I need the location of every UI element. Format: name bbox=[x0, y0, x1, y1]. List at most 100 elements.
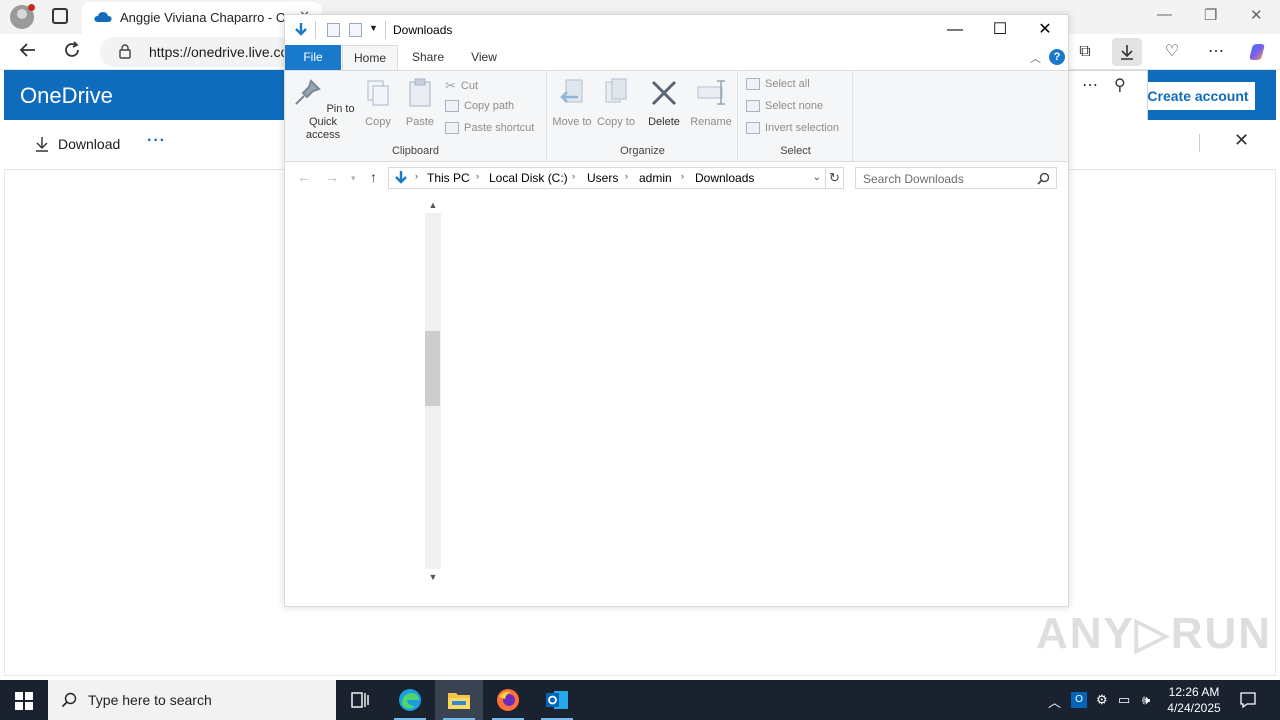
copy-path-button[interactable]: Copy path bbox=[445, 100, 514, 112]
viewer-more-icon[interactable]: ⋯ bbox=[1082, 75, 1098, 95]
breadcrumb-admin[interactable]: admin bbox=[639, 171, 672, 185]
collections-icon[interactable]: ⧉ bbox=[1070, 38, 1100, 66]
properties-qat-icon[interactable] bbox=[327, 23, 340, 37]
tab-view[interactable]: View bbox=[459, 45, 509, 70]
paste-button[interactable]: Paste bbox=[401, 77, 439, 129]
close-viewer-icon[interactable]: ✕ bbox=[1234, 130, 1249, 151]
create-account-button[interactable]: Create account bbox=[1140, 81, 1256, 111]
clock-date: 4/24/2025 bbox=[1167, 701, 1221, 715]
explorer-maximize-icon[interactable]: ☐ bbox=[977, 19, 1023, 41]
qat-dropdown-icon[interactable]: ▼ bbox=[369, 23, 378, 33]
recent-locations-icon[interactable]: ▾ bbox=[351, 173, 356, 184]
breadcrumb-separator: › bbox=[476, 171, 479, 181]
file-list-pane[interactable] bbox=[442, 195, 1068, 605]
paste-shortcut-icon bbox=[445, 122, 459, 134]
windows-logo-icon bbox=[15, 692, 33, 710]
rename-icon bbox=[697, 80, 725, 105]
taskbar-firefox[interactable] bbox=[484, 680, 532, 720]
explorer-minimize-icon[interactable]: — bbox=[932, 19, 978, 41]
breadcrumb-this-pc[interactable]: This PC bbox=[427, 171, 470, 185]
navigation-scrollbar[interactable]: ▲ ▼ bbox=[425, 197, 441, 585]
copy-to-button[interactable]: Copy to bbox=[596, 77, 636, 129]
select-none-icon bbox=[746, 100, 760, 112]
tab-actions-icon[interactable] bbox=[52, 8, 68, 24]
scrollbar-thumb[interactable] bbox=[425, 331, 440, 406]
task-view-button[interactable] bbox=[336, 680, 384, 720]
onedrive-brand[interactable]: OneDrive bbox=[20, 83, 113, 109]
invert-selection-icon bbox=[746, 122, 760, 134]
up-icon[interactable]: ↑ bbox=[370, 169, 377, 185]
search-icon bbox=[1037, 172, 1050, 185]
tab-file[interactable]: File bbox=[285, 45, 341, 70]
network-icon[interactable]: ▭ bbox=[1118, 692, 1130, 708]
explorer-close-icon[interactable]: ✕ bbox=[1022, 19, 1068, 41]
edge-icon bbox=[399, 689, 421, 711]
folder-icon bbox=[448, 693, 470, 709]
outlook-tray-icon[interactable]: O bbox=[1071, 692, 1087, 708]
forward-icon[interactable]: → bbox=[325, 169, 339, 185]
download-button[interactable]: Download bbox=[34, 136, 120, 152]
breadcrumb-separator: › bbox=[625, 171, 628, 181]
move-to-button[interactable]: Move to bbox=[552, 77, 592, 129]
show-hidden-icons-icon[interactable]: ︿ bbox=[1048, 692, 1061, 711]
explorer-address-bar[interactable]: › This PC › Local Disk (C:) › Users › ad… bbox=[388, 167, 826, 189]
tab-home[interactable]: Home bbox=[342, 45, 398, 70]
copy-button[interactable]: Copy bbox=[359, 77, 397, 129]
breadcrumb-downloads[interactable]: Downloads bbox=[695, 171, 754, 185]
refresh-icon[interactable] bbox=[60, 40, 84, 64]
select-all-button[interactable]: Select all bbox=[746, 78, 810, 90]
select-none-button[interactable]: Select none bbox=[746, 100, 823, 112]
downloads-folder-icon bbox=[295, 23, 307, 36]
taskbar-search-input[interactable]: Type here to search bbox=[48, 680, 336, 720]
browser-essentials-icon[interactable]: ♡ bbox=[1157, 38, 1187, 66]
title-divider bbox=[385, 21, 386, 39]
volume-icon[interactable]: 🕪 bbox=[1142, 692, 1150, 708]
address-dropdown-icon[interactable]: ⌄ bbox=[813, 172, 821, 183]
browser-restore-icon[interactable]: ❐ bbox=[1204, 6, 1217, 24]
back-arrow-icon[interactable] bbox=[16, 40, 40, 64]
select-group-label: Select bbox=[780, 145, 811, 157]
lock-icon[interactable] bbox=[118, 43, 132, 59]
notifications-icon[interactable] bbox=[1239, 691, 1257, 709]
explorer-refresh-icon[interactable]: ↻ bbox=[826, 167, 844, 189]
downloads-icon[interactable] bbox=[1112, 38, 1142, 66]
back-icon[interactable]: ← bbox=[297, 169, 311, 185]
copilot-icon[interactable] bbox=[1243, 38, 1273, 66]
browser-more-icon[interactable]: ⋯ bbox=[1201, 38, 1231, 66]
pin-quick-access-button[interactable]: Pin to Quick access bbox=[291, 77, 355, 142]
breadcrumb-users[interactable]: Users bbox=[587, 171, 618, 185]
onedrive-cloud-icon bbox=[94, 12, 112, 22]
command-divider bbox=[1199, 134, 1200, 152]
pin-icon[interactable]: ⚲ bbox=[1114, 75, 1126, 95]
url-text: https://onedrive.live.com bbox=[149, 44, 300, 60]
navigation-pane[interactable] bbox=[285, 195, 441, 583]
tab-share[interactable]: Share bbox=[403, 45, 453, 70]
qat-divider bbox=[315, 21, 316, 39]
explorer-search-input[interactable]: Search Downloads bbox=[855, 167, 1057, 189]
download-icon bbox=[36, 137, 48, 152]
rename-button[interactable]: Rename bbox=[688, 77, 734, 129]
scroll-down-icon[interactable]: ▼ bbox=[425, 569, 441, 585]
cut-button[interactable]: ✂ Cut bbox=[445, 78, 478, 94]
delete-button[interactable]: Delete bbox=[644, 77, 684, 129]
taskbar-file-explorer[interactable] bbox=[435, 680, 483, 720]
select-group: Select all Select none Invert selection … bbox=[739, 71, 853, 161]
copy-icon bbox=[367, 80, 389, 106]
ribbon-collapse-icon[interactable]: ︿ bbox=[1030, 50, 1041, 66]
browser-close-icon[interactable]: ✕ bbox=[1250, 6, 1263, 24]
new-folder-qat-icon[interactable] bbox=[349, 23, 362, 37]
breadcrumb-local-disk[interactable]: Local Disk (C:) bbox=[489, 171, 568, 185]
taskbar-edge[interactable] bbox=[386, 680, 434, 720]
scroll-up-icon[interactable]: ▲ bbox=[425, 197, 441, 213]
device-tray-icon[interactable]: ⚙ bbox=[1096, 692, 1108, 708]
address-row: ← → ▾ ↑ › This PC › Local Disk (C:) › Us… bbox=[285, 163, 1068, 193]
paste-shortcut-button[interactable]: Paste shortcut bbox=[445, 122, 534, 134]
start-button[interactable] bbox=[0, 680, 48, 720]
command-more-icon[interactable]: ··· bbox=[147, 132, 166, 150]
invert-selection-button[interactable]: Invert selection bbox=[746, 122, 839, 134]
taskbar-clock[interactable]: 12:26 AM 4/24/2025 bbox=[1162, 684, 1226, 716]
help-icon[interactable]: ? bbox=[1049, 49, 1065, 65]
taskbar-outlook[interactable] bbox=[533, 680, 581, 720]
browser-minimize-icon[interactable]: — bbox=[1157, 6, 1172, 23]
scissors-icon: ✂ bbox=[445, 78, 456, 93]
